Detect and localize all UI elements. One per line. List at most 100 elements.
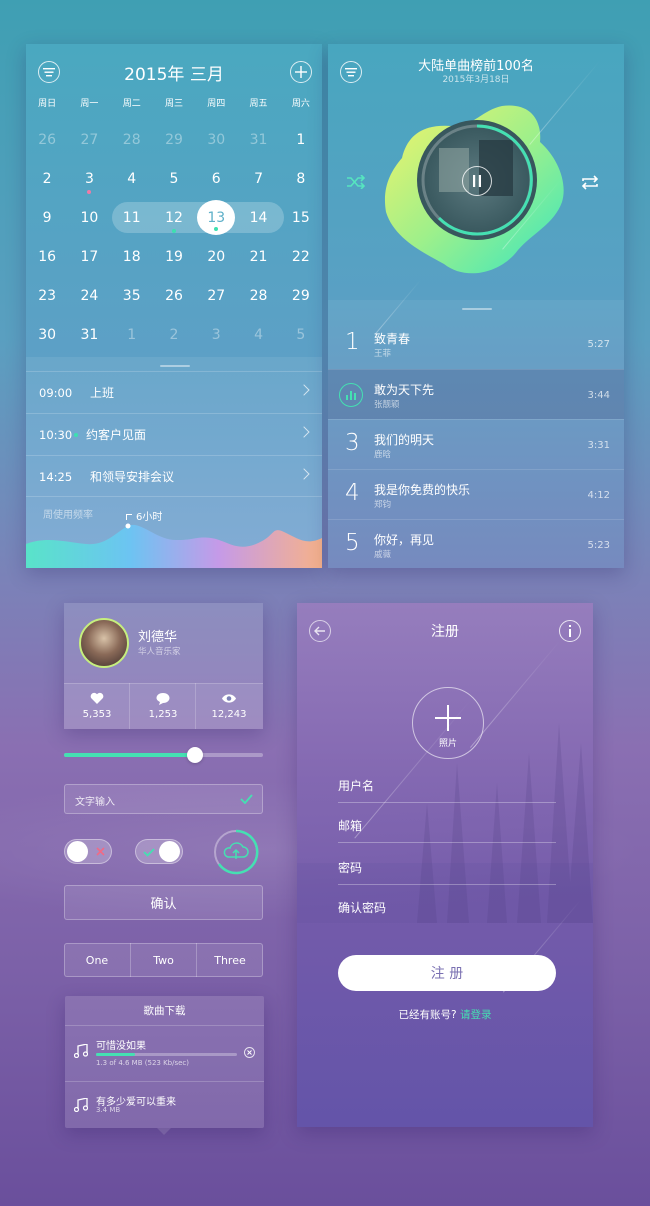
day-cell[interactable]: 17: [68, 249, 110, 265]
day-cell[interactable]: 6: [195, 171, 237, 187]
toggle-knob: [159, 841, 180, 862]
week-row: 2 3 4 5 6 7 8: [26, 159, 322, 198]
field-placeholder: 用户名: [338, 779, 375, 793]
register-submit-button[interactable]: 注 册: [338, 955, 556, 991]
download-item-name: 可惜没如果: [96, 1041, 146, 1052]
day-cell[interactable]: 15: [280, 210, 322, 226]
song-row[interactable]: 5 你好，再见 戚薇 5:23: [328, 519, 624, 568]
day-cell[interactable]: 10: [68, 210, 110, 226]
login-link[interactable]: 请登录: [460, 1009, 492, 1021]
song-row-playing[interactable]: 敢为天下先 张靓颖 3:44: [328, 369, 624, 419]
song-artist: 王菲: [374, 349, 392, 359]
day-cell[interactable]: 12: [153, 210, 195, 233]
add-icon[interactable]: [290, 61, 312, 83]
views-stat[interactable]: 12,243: [196, 683, 263, 729]
info-icon[interactable]: [559, 620, 581, 642]
repeat-icon[interactable]: [580, 175, 600, 190]
segment-three[interactable]: Three: [197, 943, 263, 977]
day-cell[interactable]: 29: [153, 132, 195, 148]
day-cell[interactable]: 11: [111, 210, 153, 226]
day-cell[interactable]: 18: [111, 249, 153, 265]
song-rank: 1: [345, 329, 360, 355]
event-time: 10:30: [39, 427, 73, 442]
day-cell[interactable]: 26: [153, 288, 195, 304]
avatar[interactable]: [79, 618, 129, 668]
music-note-icon: [74, 1098, 88, 1112]
confirm-button[interactable]: 确认: [64, 885, 263, 920]
song-name: 你好，再见: [374, 533, 435, 547]
email-field[interactable]: 邮箱: [338, 817, 556, 843]
day-cell[interactable]: 27: [68, 132, 110, 148]
slider-thumb[interactable]: [187, 747, 204, 763]
day-cell[interactable]: 7: [237, 171, 279, 187]
day-cell[interactable]: 3: [68, 170, 110, 194]
cancel-download-button[interactable]: [244, 1047, 255, 1058]
pause-icon: [473, 175, 481, 187]
day-cell[interactable]: 5: [280, 327, 322, 343]
comments-stat[interactable]: 1,253: [130, 683, 196, 729]
segment-one[interactable]: One: [64, 943, 130, 977]
day-cell[interactable]: 28: [111, 132, 153, 148]
day-cell[interactable]: 14: [237, 210, 279, 226]
day-cell[interactable]: 3: [195, 327, 237, 343]
day-cell[interactable]: 1: [280, 132, 322, 148]
likes-stat[interactable]: 5,353: [64, 683, 130, 729]
day-cell[interactable]: 31: [237, 132, 279, 148]
upload-button[interactable]: [212, 828, 260, 876]
day-cell[interactable]: 24: [68, 288, 110, 304]
song-row[interactable]: 4 我是你免费的快乐 郑钧 4:12: [328, 469, 624, 519]
download-progress-fill: [96, 1053, 136, 1056]
event-row[interactable]: 09:00 上班: [26, 371, 322, 413]
day-cell[interactable]: 26: [26, 132, 68, 148]
confirm-password-field[interactable]: 确认密码: [338, 899, 556, 925]
field-placeholder: 密码: [338, 861, 363, 875]
chevron-right-icon: [298, 384, 310, 396]
password-field[interactable]: 密码: [338, 859, 556, 885]
day-cell[interactable]: 9: [26, 210, 68, 226]
shuffle-icon[interactable]: [346, 175, 366, 189]
week-row: 9 10 11 12 13 14 15: [26, 198, 322, 237]
segment-two[interactable]: Two: [130, 943, 197, 977]
text-input[interactable]: 文字输入: [64, 784, 263, 814]
volume-slider-track[interactable]: [64, 747, 263, 763]
day-cell[interactable]: 19: [153, 249, 195, 265]
day-cell[interactable]: 20: [195, 249, 237, 265]
day-cell[interactable]: 30: [26, 327, 68, 343]
day-cell[interactable]: 27: [195, 288, 237, 304]
day-cell[interactable]: 2: [153, 327, 195, 343]
day-cell[interactable]: 2: [26, 171, 68, 187]
toggle-off[interactable]: [64, 839, 112, 864]
day-cell[interactable]: 22: [280, 249, 322, 265]
song-row[interactable]: 1 致青春 王菲 5:27: [328, 319, 624, 369]
day-cell[interactable]: 1: [111, 327, 153, 343]
day-cell[interactable]: 35: [111, 288, 153, 304]
day-number: 3: [84, 170, 94, 187]
event-row[interactable]: 10:30 约客户见面: [26, 413, 322, 455]
song-row[interactable]: 3 我们的明天 鹿晗 3:31: [328, 419, 624, 469]
day-cell[interactable]: 29: [280, 288, 322, 304]
weekday-label: 周一: [80, 99, 99, 109]
day-cell[interactable]: 5: [153, 171, 195, 187]
day-cell[interactable]: 28: [237, 288, 279, 304]
day-cell[interactable]: 16: [26, 249, 68, 265]
day-cell[interactable]: 8: [280, 171, 322, 187]
day-cell[interactable]: 23: [26, 288, 68, 304]
username-field[interactable]: 用户名: [338, 777, 556, 803]
drag-handle[interactable]: [462, 308, 492, 310]
toggle-on[interactable]: [135, 839, 183, 864]
day-cell-selected[interactable]: 13: [195, 209, 237, 231]
day-number: 13: [207, 209, 226, 226]
pause-button[interactable]: [462, 166, 492, 196]
chevron-right-icon: [298, 426, 310, 438]
day-cell[interactable]: 30: [195, 132, 237, 148]
day-cell[interactable]: 21: [237, 249, 279, 265]
day-cell[interactable]: 4: [237, 327, 279, 343]
event-row[interactable]: 14:25 和领导安排会议: [26, 455, 322, 497]
day-cell[interactable]: 4: [111, 171, 153, 187]
day-cell[interactable]: 31: [68, 327, 110, 343]
download-item-detail: 1.3 of 4.6 MB (523 Kb/sec): [96, 1059, 189, 1067]
drag-handle[interactable]: [160, 365, 190, 367]
check-icon: [143, 848, 155, 857]
eye-icon: [222, 694, 236, 703]
photo-upload-button[interactable]: 照片: [412, 687, 484, 759]
